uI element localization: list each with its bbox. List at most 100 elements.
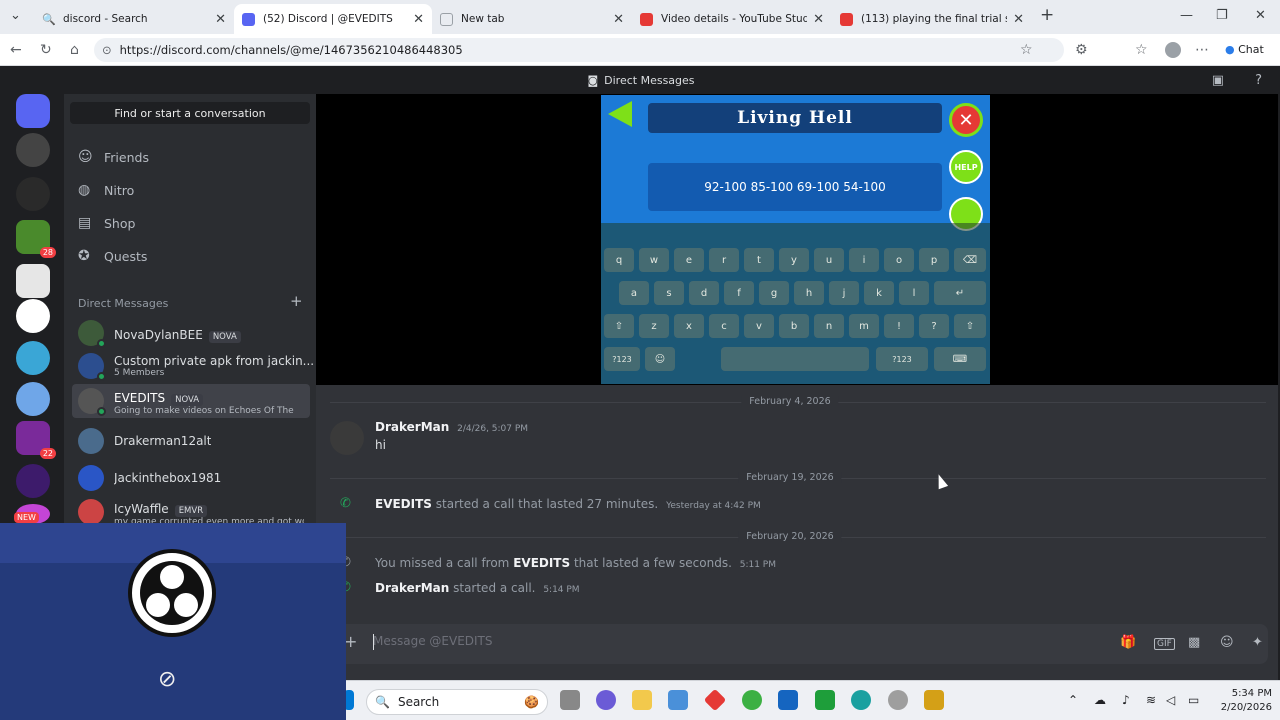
message-composer[interactable]: + Message @EVEDITS 🎁 GIF ▩ ☺ ✦ <box>330 624 1268 664</box>
help-icon[interactable]: ? <box>1255 73 1262 88</box>
server-icon[interactable] <box>16 341 50 375</box>
file-explorer-icon[interactable] <box>632 690 652 710</box>
call-system-message: EVEDITS started a call that lasted 27 mi… <box>375 497 761 511</box>
close-icon[interactable]: ✕ <box>413 12 424 27</box>
chat-label: Chat <box>1238 43 1264 56</box>
profile-avatar[interactable] <box>1165 42 1181 58</box>
nav-shop[interactable]: ▤ Shop <box>74 208 310 238</box>
avatar[interactable] <box>330 421 364 455</box>
tab-youtube-stream[interactable]: (113) playing the final trial stream ✕ <box>832 4 1032 34</box>
phone-call-icon: ✆ <box>340 496 351 511</box>
wifi-icon[interactable]: ≋ <box>1146 693 1156 707</box>
dm-item[interactable]: NovaDylanBEE NOVA <box>72 316 310 350</box>
copilot-chat-button[interactable]: ● Chat <box>1225 43 1264 56</box>
dm-name: EVEDITS <box>114 390 166 405</box>
nav-friends[interactable]: ☺ Friends <box>74 142 310 172</box>
site-info-icon[interactable]: ⊙ <box>102 43 112 57</box>
server-icon[interactable] <box>16 382 50 416</box>
microphone-icon[interactable]: ♪ <box>1122 693 1130 707</box>
tab-youtube-studio[interactable]: Video details - YouTube Studio ✕ <box>632 4 832 34</box>
home-dm-icon[interactable] <box>16 94 50 128</box>
tab-new-tab[interactable]: New tab ✕ <box>432 4 632 34</box>
app-icon[interactable] <box>815 690 835 710</box>
inbox-icon[interactable]: ▣ <box>1212 73 1224 88</box>
server-icon[interactable]: 28 <box>16 220 56 258</box>
nav-nitro[interactable]: ◍ Nitro <box>74 175 310 205</box>
nitro-icon: ◍ <box>78 182 91 198</box>
dm-name: Custom private apk from jackin... <box>114 354 315 368</box>
server-icon[interactable] <box>16 133 50 167</box>
reload-icon[interactable]: ↻ <box>40 42 52 58</box>
message-author[interactable]: DrakerMan <box>375 420 449 434</box>
dm-item[interactable]: Jackinthebox1981 <box>72 461 310 495</box>
server-icon[interactable]: NEW <box>14 504 50 524</box>
server-icon[interactable] <box>16 177 50 211</box>
address-bar-row: ← ↻ ⌂ ⊙ https://discord.com/channels/@me… <box>0 34 1280 66</box>
copilot-icon[interactable] <box>596 690 616 710</box>
minimize-icon[interactable]: — <box>1180 8 1193 23</box>
sticker-icon[interactable]: ▩ <box>1188 635 1200 650</box>
tray-chevron-icon[interactable]: ⌃ <box>1068 693 1078 707</box>
attach-plus-icon[interactable]: + <box>344 632 357 651</box>
close-icon[interactable]: ✕ <box>813 12 824 27</box>
tab-discord-evedits[interactable]: (52) Discord | @EVEDITS ✕ <box>234 4 432 34</box>
url-field[interactable]: ⊙ https://discord.com/channels/@me/14673… <box>94 38 1064 62</box>
close-icon[interactable]: ✕ <box>613 12 624 27</box>
key: n <box>814 314 844 338</box>
obs-camera-overlay: ⊘ <box>0 523 346 720</box>
bookmark-star-icon[interactable]: ☆ <box>1020 42 1033 58</box>
dm-item-selected[interactable]: EVEDITS NOVA Going to make videos on Echoe… <box>72 384 310 418</box>
nav-quests[interactable]: ✪ Quests <box>74 241 310 271</box>
server-icon[interactable] <box>16 464 50 498</box>
image-attachment[interactable]: Living Hell ✕ HELP 92-100 85-100 69-100 … <box>316 94 1278 385</box>
store-icon[interactable] <box>668 690 688 710</box>
volume-icon[interactable]: ◁ <box>1166 693 1175 707</box>
tab-title: (113) playing the final trial stream <box>861 13 1007 25</box>
extensions-icon[interactable]: ⚙ <box>1075 42 1088 58</box>
close-icon[interactable]: ✕ <box>215 12 226 27</box>
emoji-icon[interactable]: ☺ <box>1220 635 1234 650</box>
apps-icon[interactable]: ✦ <box>1252 635 1263 650</box>
gift-icon[interactable]: 🎁 <box>1120 635 1136 650</box>
nav-label: Friends <box>104 149 149 165</box>
chrome-icon[interactable] <box>742 690 762 710</box>
gif-icon[interactable]: GIF <box>1154 638 1175 650</box>
app-icon[interactable] <box>703 688 727 712</box>
obs-icon[interactable] <box>888 690 908 710</box>
task-view-icon[interactable] <box>560 690 580 710</box>
close-window-icon[interactable]: ✕ <box>1255 8 1266 23</box>
guild-tag-badge: EMVR <box>174 504 208 517</box>
avatar <box>78 499 104 525</box>
new-tab-plus-icon[interactable]: + <box>1040 5 1054 25</box>
geometry-dash-icon[interactable] <box>924 690 944 710</box>
taskbar-search[interactable]: 🔍 Search 🍪 <box>366 689 548 715</box>
emoji-icon: ☺ <box>645 347 675 371</box>
tab-search-menu-icon[interactable]: ⌄ <box>10 8 21 23</box>
battery-icon[interactable]: ▭ <box>1188 693 1199 707</box>
call-author[interactable]: EVEDITS <box>375 497 432 511</box>
server-icon[interactable] <box>16 264 50 298</box>
date-divider-label: February 20, 2026 <box>738 531 842 542</box>
create-dm-plus-icon[interactable]: + <box>290 292 303 310</box>
find-conversation-button[interactable]: Find or start a conversation <box>70 102 310 124</box>
message-input-placeholder[interactable]: Message @EVEDITS <box>373 634 493 648</box>
more-menu-icon[interactable]: ⋯ <box>1195 42 1209 58</box>
home-icon[interactable]: ⌂ <box>70 42 79 58</box>
maximize-icon[interactable]: ❐ <box>1216 8 1228 23</box>
call-author[interactable]: EVEDITS <box>513 556 570 570</box>
cloud-icon[interactable]: ☁ <box>1094 693 1106 707</box>
taskbar-clock[interactable]: 5:34 PM 2/20/2026 <box>1212 687 1272 715</box>
dm-item[interactable]: Drakerman12alt <box>72 424 310 458</box>
key: u <box>814 248 844 272</box>
tab-title: discord - Search <box>63 13 148 25</box>
server-icon[interactable] <box>16 299 50 333</box>
outlook-icon[interactable] <box>778 690 798 710</box>
favorites-icon[interactable]: ☆ <box>1135 42 1148 58</box>
call-author[interactable]: DrakerMan <box>375 581 449 595</box>
dm-item[interactable]: Custom private apk from jackin... 5 Membe… <box>72 349 314 383</box>
back-icon[interactable]: ← <box>10 42 22 58</box>
close-icon[interactable]: ✕ <box>1013 12 1024 27</box>
edge-icon[interactable] <box>851 690 871 710</box>
tab-discord-search[interactable]: 🔍 discord - Search ✕ <box>34 4 234 34</box>
server-icon[interactable]: 22 <box>16 421 56 459</box>
